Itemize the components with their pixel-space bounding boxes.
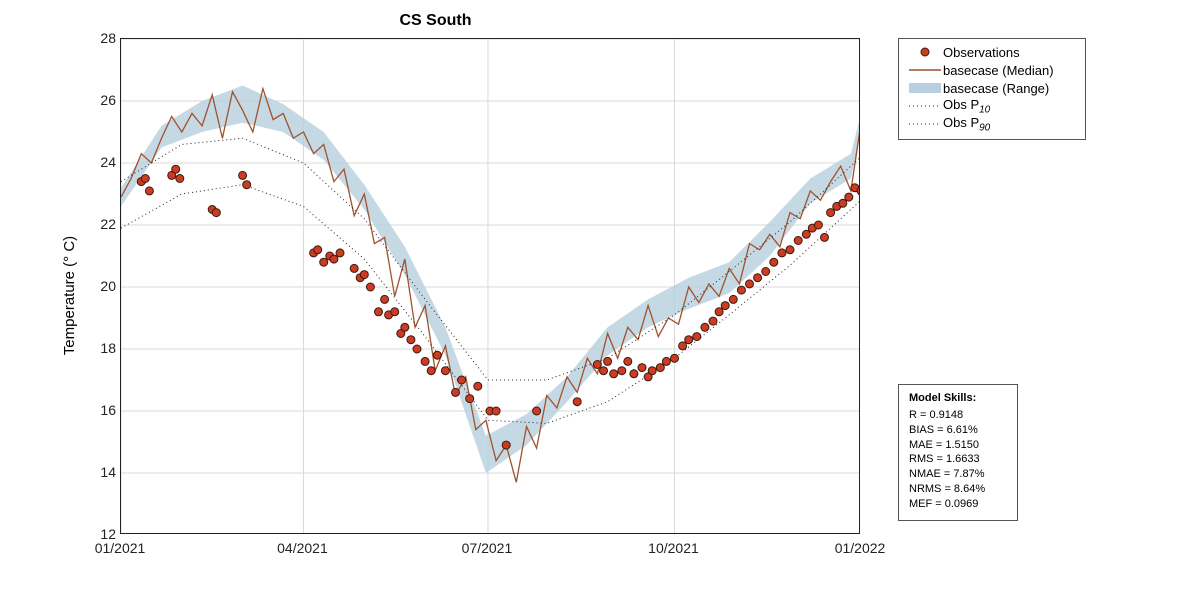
chart-axes: [120, 38, 860, 534]
legend-label: basecase (Range): [943, 81, 1049, 96]
x-tick-label: 04/2021: [277, 540, 328, 556]
legend-label: basecase (Median): [943, 63, 1054, 78]
legend-item-p90: Obs P90: [907, 115, 1077, 133]
legend-label: Observations: [943, 45, 1020, 60]
y-axis-label: Temperature (° C): [62, 236, 79, 355]
x-tick-label: 07/2021: [462, 540, 513, 556]
x-tick-label: 01/2022: [835, 540, 886, 556]
figure-root: { "title": "CS South", "ylabel": "Temper…: [0, 0, 1181, 591]
legend-item-observations: Observations: [907, 43, 1077, 61]
y-tick-label: 14: [90, 464, 116, 480]
y-tick-label: 24: [90, 154, 116, 170]
skills-nmae: NMAE = 7.87%: [909, 467, 1007, 482]
y-axis-label-wrap: Temperature (° C): [60, 0, 80, 591]
model-skills-box: Model Skills: R = 0.9148 BIAS = 6.61% MA…: [898, 384, 1018, 521]
skills-r: R = 0.9148: [909, 408, 1007, 423]
x-tick-label: 10/2021: [648, 540, 699, 556]
chart-title: CS South: [0, 12, 871, 30]
x-tick-label: 01/2021: [95, 540, 146, 556]
y-tick-label: 18: [90, 340, 116, 356]
chart-svg: [121, 39, 860, 534]
skills-mef: MEF = 0.0969: [909, 497, 1007, 512]
y-tick-label: 16: [90, 402, 116, 418]
legend-item-range: basecase (Range): [907, 79, 1077, 97]
y-tick-label: 28: [90, 30, 116, 46]
skills-title: Model Skills:: [909, 391, 1007, 406]
legend-item-median: basecase (Median): [907, 61, 1077, 79]
skills-rms: RMS = 1.6633: [909, 452, 1007, 467]
legend-item-p10: Obs P10: [907, 97, 1077, 115]
legend-line-icon: [907, 64, 943, 76]
legend-dotted-icon: [907, 100, 943, 112]
legend-label: Obs P90: [943, 115, 990, 134]
legend-label: Obs P10: [943, 97, 990, 116]
skills-nrms: NRMS = 8.64%: [909, 482, 1007, 497]
y-tick-label: 26: [90, 92, 116, 108]
y-tick-label: 22: [90, 216, 116, 232]
skills-bias: BIAS = 6.61%: [909, 423, 1007, 438]
legend-swatch-icon: [907, 82, 943, 94]
chart-legend: Observations basecase (Median) basecase …: [898, 38, 1086, 140]
skills-mae: MAE = 1.5150: [909, 438, 1007, 453]
y-tick-label: 20: [90, 278, 116, 294]
legend-dotted-icon: [907, 118, 943, 130]
legend-marker-icon: [907, 46, 943, 58]
